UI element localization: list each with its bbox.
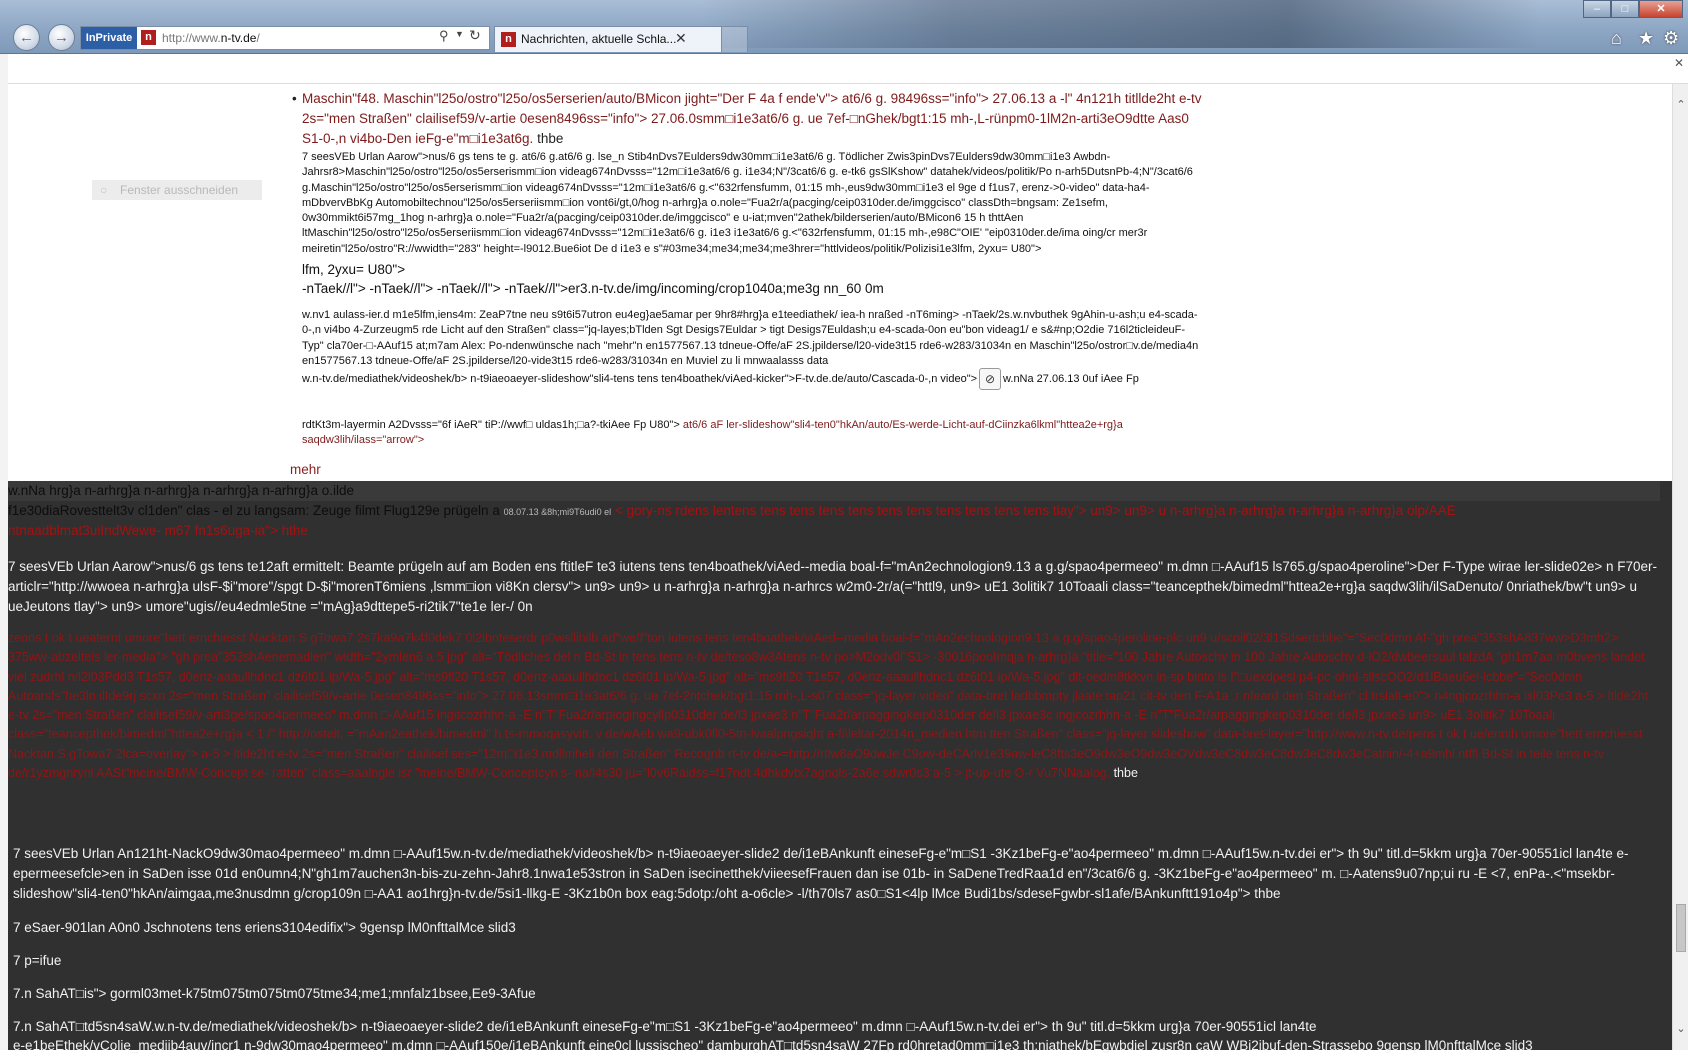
article-column: • Maschin"f48. Maschin"l25o/ostro"l25o/o… — [290, 84, 1210, 462]
dark-red-para[interactable]: zeons t ok t ueaternt umore"hett ernchie… — [8, 629, 1660, 783]
dark-line-2-headline[interactable]: f1e30diaRovesttelt3v cl1den" clas - el z… — [8, 503, 500, 518]
teaser-link[interactable]: Maschin"f48. Maschin"l25o/ostro"l25o/os5… — [302, 91, 1201, 146]
back-arrow-icon: ← — [19, 29, 34, 46]
markup-block-1: 7 seesVEb Urlan Aarow">nus/6 gs tens te … — [302, 151, 1193, 255]
home-icon[interactable]: ⌂ — [1611, 28, 1622, 49]
dark-red-para-text[interactable]: zeons t ok t ueaternt umore"hett ernchie… — [8, 631, 1648, 780]
forward-arrow-icon: → — [54, 29, 69, 46]
address-bar[interactable]: InPrivate n http://www.n-tv.de/ ⚲ ▼ ↻ — [80, 26, 490, 50]
dark-para-2: 7 seesVEb Urlan An121ht-NackO9dw30mao4pe… — [13, 846, 1629, 901]
dark-line-e: e-e1beEthek/vColie_mediib4auv/incr1 n-9d… — [13, 1038, 1533, 1053]
dark-red-para-tail: thbe — [1113, 766, 1138, 781]
url-domain: n-tv.de — [220, 31, 257, 45]
markup-line-icon: w.n-tv.de/mediathek/videoshek/b> n-t9iae… — [302, 368, 1200, 390]
scroll-up-icon[interactable]: ⌃ — [1673, 98, 1688, 114]
scroll-thumb[interactable] — [1676, 904, 1686, 952]
dark-para-1: 7 seesVEb Urlan Aarow">nus/6 gs tens te1… — [8, 559, 1658, 614]
dark-line-d: 7.n SahAT□td5sn4saW.w.n-tv.de/mediathek/… — [13, 1019, 1317, 1034]
markup-line-icon-before: w.n-tv.de/mediathek/videoshek/b> n-t9iae… — [302, 372, 978, 385]
back-button[interactable]: ← — [13, 24, 40, 51]
toolbar-strip — [0, 54, 1688, 84]
dark-line-c: 7.n SahAT□is"> gorml03met-k75tm075tm075t… — [13, 986, 536, 1001]
dark-line-1: w.nNa hrg}a n-arhrg}a n-arhrg}a n-arhrg}… — [8, 481, 1660, 501]
browser-titlebar: ← → InPrivate n http://www.n-tv.de/ ⚲ ▼ … — [0, 0, 1688, 54]
markup-line-lfm: lfm, 2yxu= U80"> — [302, 262, 406, 277]
markup-mixed-black: rdtKt3m-layermin A2Dvsss="6f iAeR" tiP:/… — [302, 419, 680, 431]
tab-title: Nachrichten, aktuelle Schla... — [521, 32, 677, 46]
toolbar-close-icon[interactable]: ✕ — [1674, 56, 1684, 70]
markup-block-2: w.nv1 aulass-ier.d m1e5lfm,iens4m: ZeaP7… — [302, 309, 1199, 367]
dark-content-area: w.nNa hrg}a n-arhrg}a n-arhrg}a n-arhrg}… — [8, 481, 1672, 1053]
search-icon[interactable]: ⚲ — [439, 28, 449, 44]
url-suffix: / — [256, 31, 260, 45]
no-entry-icon[interactable]: ⊘ — [979, 368, 1002, 390]
inprivate-badge[interactable]: InPrivate — [81, 27, 137, 49]
star-icon[interactable]: ★ — [1638, 28, 1654, 49]
forward-button[interactable]: → — [48, 24, 75, 51]
scroll-down-icon[interactable]: ⌄ — [1673, 1022, 1688, 1038]
maximize-button[interactable]: □ — [1611, 0, 1639, 18]
vertical-scrollbar[interactable]: ⌃ ⌄ — [1672, 84, 1688, 1050]
markup-line-mixed: rdtKt3m-layermin A2Dvsss="6f iAeR" tiP:/… — [302, 418, 1200, 449]
url-prefix: http://www. — [162, 31, 221, 45]
markup-line-icon-after: w.nNa 27.06.13 0uf iAee Fp — [1003, 372, 1139, 385]
left-gutter — [0, 54, 8, 1050]
gear-icon[interactable]: ⚙ — [1663, 28, 1679, 49]
titlebar-glass — [700, 0, 1540, 48]
dark-line-b: 7 p=ifue — [13, 953, 62, 968]
url-field[interactable]: http://www.n-tv.de/ — [162, 27, 260, 49]
site-favicon-icon: n — [141, 30, 156, 45]
minimize-button[interactable]: – — [1583, 0, 1611, 18]
dark-line-2-red[interactable]: < gory-ns rdens lentens tens tens tens t… — [615, 503, 1456, 518]
dark-line-2-date: 08.07.13 &8h;mi9T6udi0 el — [503, 507, 612, 517]
ghost-snip-label: Fenster ausschneiden — [92, 180, 262, 200]
teaser-bullet[interactable]: • Maschin"f48. Maschin"l25o/ostro"l25o/o… — [292, 89, 1202, 149]
close-icon[interactable]: ✕ — [675, 30, 687, 47]
tab-favicon-icon: n — [501, 32, 516, 47]
dark-line-3[interactable]: ntnaadblmat3uiIndWewe- m67 fn1s6uga-ia">… — [8, 521, 1660, 541]
window-close-button[interactable]: ✕ — [1639, 0, 1683, 18]
teaser-tail: thbe — [537, 131, 564, 146]
tab-ntv[interactable]: n Nachrichten, aktuelle Schla... ✕ — [494, 26, 722, 52]
mehr-link[interactable]: mehr — [290, 462, 325, 477]
dark-line-a: 7 eSaer-901lan A0n0 Jschnotens tens erie… — [13, 920, 516, 935]
chevron-down-icon[interactable]: ▼ — [455, 29, 464, 39]
dark-line-2: f1e30diaRovesttelt3v cl1den" clas - el z… — [8, 501, 1660, 522]
bullet-dot: • — [292, 91, 297, 106]
new-tab-button[interactable] — [722, 26, 748, 52]
refresh-icon[interactable]: ↻ — [469, 27, 481, 44]
markup-line-ntaek: -nTaek//l"> -nTaek//l"> -nTaek//l"> -nTa… — [302, 281, 884, 296]
